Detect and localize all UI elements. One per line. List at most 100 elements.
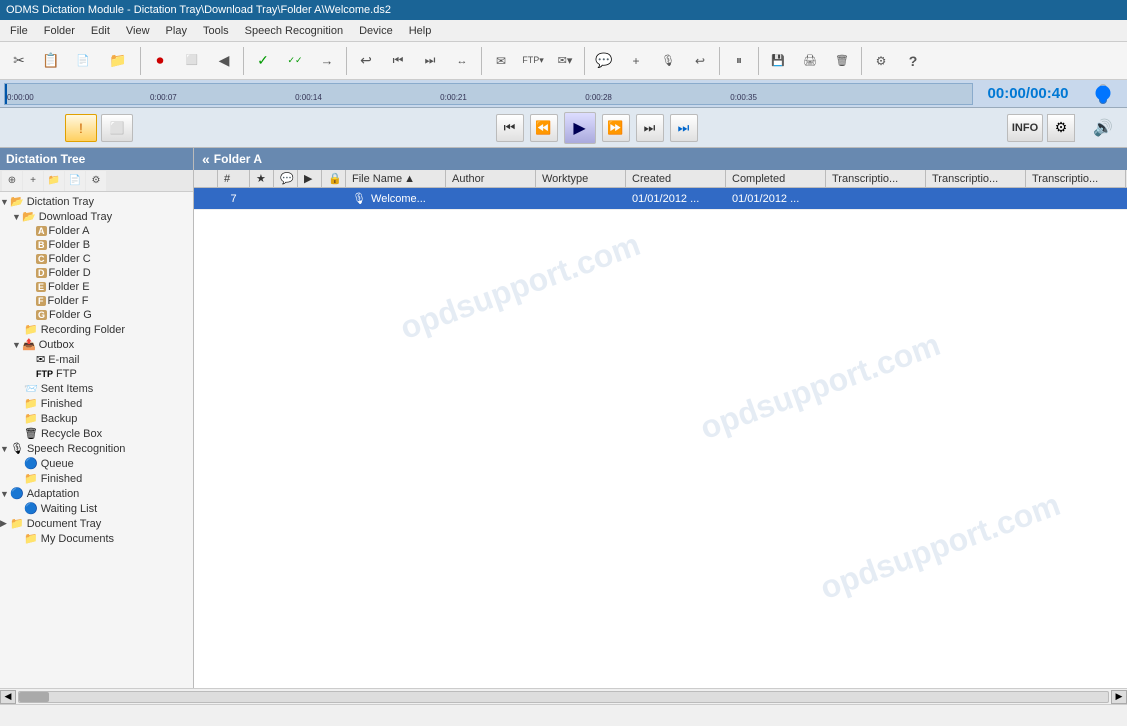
sidebar-item-waiting-list[interactable]: 🔵 Waiting List xyxy=(0,501,193,516)
col-header-num[interactable] xyxy=(194,170,218,187)
chat-button[interactable]: 💬 xyxy=(589,46,619,76)
col-header-lock[interactable]: 🔒 xyxy=(322,170,346,187)
print-button[interactable]: 🖨 xyxy=(795,46,825,76)
menu-file[interactable]: File xyxy=(2,23,36,39)
menu-speech-recognition[interactable]: Speech Recognition xyxy=(237,23,351,39)
check2-button[interactable]: ✓✓ xyxy=(280,46,310,76)
sidebar-item-folder-b[interactable]: B Folder B xyxy=(0,238,193,252)
toggle-outbox[interactable]: ▼ xyxy=(12,340,22,350)
horizontal-scrollbar[interactable] xyxy=(18,691,1109,703)
reply-button[interactable]: ↩ xyxy=(685,46,715,76)
sidebar-item-adaptation[interactable]: ▼ 🔵 Adaptation xyxy=(0,486,193,501)
new-button[interactable]: 📁 xyxy=(100,46,136,76)
mark-button[interactable]: ◀ xyxy=(209,46,239,76)
record-button[interactable]: ⏺ xyxy=(145,46,175,76)
save-button[interactable]: 💾 xyxy=(763,46,793,76)
stop-record-button[interactable]: ⬜ xyxy=(177,46,207,76)
ftp-dropdown-button[interactable]: FTP▾ xyxy=(518,46,548,76)
insert-button[interactable]: ↔ xyxy=(447,46,477,76)
toggle-adaptation[interactable]: ▼ xyxy=(0,489,10,499)
next-file-button[interactable]: ⏭ xyxy=(670,114,698,142)
file-list[interactable]: # ★ 💬 ▶ 🔒 File Name ▲ Author Worktype Cr… xyxy=(194,170,1127,688)
sidebar-item-outbox[interactable]: ▼ 📤 Outbox xyxy=(0,337,193,352)
ruler-container[interactable]: 0:00:00 0:00:07 0:00:14 0:00:21 0:00:28 … xyxy=(4,83,973,105)
col-header-comment[interactable]: 💬 xyxy=(274,170,298,187)
sidebar-item-queue[interactable]: 🔵 Queue xyxy=(0,456,193,471)
alert-button[interactable]: ! xyxy=(65,114,97,142)
sidebar-tool-3[interactable]: 📁 xyxy=(44,171,64,191)
toggle-dictation-tray[interactable]: ▼ xyxy=(0,197,10,207)
sidebar-item-my-documents[interactable]: 📁 My Documents xyxy=(0,531,193,546)
skip-end-button[interactable]: ⏭ xyxy=(415,46,445,76)
paste-button[interactable]: 📄 xyxy=(68,46,98,76)
settings-button[interactable]: ⚙ xyxy=(866,46,896,76)
menu-folder[interactable]: Folder xyxy=(36,23,83,39)
sidebar-tool-2[interactable]: + xyxy=(23,171,43,191)
check-button[interactable]: ✓ xyxy=(248,46,278,76)
sidebar-item-dictation-tray[interactable]: ▼ 📂 Dictation Tray xyxy=(0,194,193,209)
menu-device[interactable]: Device xyxy=(351,23,401,39)
toggle-download-tray[interactable]: ▼ xyxy=(12,212,22,222)
copy-button[interactable]: 📋 xyxy=(36,46,66,76)
col-header-transcription2[interactable]: Transcriptio... xyxy=(926,170,1026,187)
col-header-transcription1[interactable]: Transcriptio... xyxy=(826,170,926,187)
add-chat-button[interactable]: + xyxy=(621,46,651,76)
rewind-button[interactable]: ⏪ xyxy=(530,114,558,142)
col-header-index[interactable]: # xyxy=(218,170,250,187)
sidebar-item-backup[interactable]: 📁 Backup xyxy=(0,411,193,426)
sidebar-tool-5[interactable]: ⚙ xyxy=(86,171,106,191)
toggle-document-tray[interactable]: ▶ xyxy=(0,518,10,529)
route-button[interactable]: → xyxy=(312,46,342,76)
sidebar-item-finished[interactable]: 📁 Finished xyxy=(0,396,193,411)
col-header-star[interactable]: ★ xyxy=(250,170,274,187)
menu-help[interactable]: Help xyxy=(401,23,440,39)
email-button[interactable]: ✉ xyxy=(486,46,516,76)
col-header-created[interactable]: Created xyxy=(626,170,726,187)
col-header-play[interactable]: ▶ xyxy=(298,170,322,187)
help-button[interactable]: ? xyxy=(898,46,928,76)
col-header-filename[interactable]: File Name ▲ xyxy=(346,170,446,187)
toggle-speech-recognition[interactable]: ▼ xyxy=(0,444,10,454)
sidebar-item-sent-items[interactable]: 📨 Sent Items xyxy=(0,381,193,396)
delete-button[interactable]: 🗑 xyxy=(827,46,857,76)
sidebar-item-sr-finished[interactable]: 📁 Finished xyxy=(0,471,193,486)
transport-settings-button[interactable]: ⚙ xyxy=(1047,114,1075,142)
scrollbar-thumb[interactable] xyxy=(19,692,49,702)
col-header-transcription3[interactable]: Transcriptio... xyxy=(1026,170,1126,187)
sidebar-item-recycle-box[interactable]: 🗑 Recycle Box xyxy=(0,426,193,441)
stop-transport-button[interactable]: ⬜ xyxy=(101,114,133,142)
sidebar-item-folder-c[interactable]: C Folder C xyxy=(0,252,193,266)
sidebar-item-speech-recognition[interactable]: ▼ 🎙 Speech Recognition xyxy=(0,441,193,456)
sidebar-item-folder-f[interactable]: F Folder F xyxy=(0,294,193,308)
pause-button[interactable]: ⏸ xyxy=(724,46,754,76)
info-button[interactable]: INFO xyxy=(1007,114,1043,142)
forward-end-button[interactable]: ⏭ xyxy=(636,114,664,142)
sidebar-item-folder-e[interactable]: E Folder E xyxy=(0,280,193,294)
col-header-author[interactable]: Author xyxy=(446,170,536,187)
menu-play[interactable]: Play xyxy=(158,23,195,39)
cut-button[interactable]: ✂ xyxy=(4,46,34,76)
table-row[interactable]: 7 🎙 Welcome... 01/01/2012 ... 01/01/2012… xyxy=(194,188,1127,210)
skip-start-button[interactable]: ⏮ xyxy=(383,46,413,76)
sidebar-item-folder-g[interactable]: G Folder G xyxy=(0,308,193,322)
sidebar-tool-4[interactable]: 📄 xyxy=(65,171,85,191)
sidebar-tool-1[interactable]: ⊕ xyxy=(2,171,22,191)
menu-view[interactable]: View xyxy=(118,23,158,39)
sidebar-item-recording-folder[interactable]: 📁 Recording Folder xyxy=(0,322,193,337)
email2-dropdown-button[interactable]: ✉▾ xyxy=(550,46,580,76)
scroll-left-button[interactable]: ◀ xyxy=(0,690,16,704)
voice-button[interactable]: 🎙 xyxy=(653,46,683,76)
fast-forward-button[interactable]: ⏩ xyxy=(602,114,630,142)
sidebar-item-folder-a[interactable]: A Folder A xyxy=(0,224,193,238)
volume-slider[interactable] xyxy=(1095,83,1111,105)
sidebar-item-download-tray[interactable]: ▼ 📂 Download Tray xyxy=(0,209,193,224)
back-button[interactable]: ↩ xyxy=(351,46,381,76)
menu-edit[interactable]: Edit xyxy=(83,23,118,39)
col-header-completed[interactable]: Completed xyxy=(726,170,826,187)
sidebar-item-folder-d[interactable]: D Folder D xyxy=(0,266,193,280)
sidebar-item-email[interactable]: ✉ E-mail xyxy=(0,352,193,367)
play-button[interactable]: ▶ xyxy=(564,112,596,144)
scroll-right-button[interactable]: ▶ xyxy=(1111,690,1127,704)
rewind-start-button[interactable]: ⏮ xyxy=(496,114,524,142)
menu-tools[interactable]: Tools xyxy=(195,23,237,39)
